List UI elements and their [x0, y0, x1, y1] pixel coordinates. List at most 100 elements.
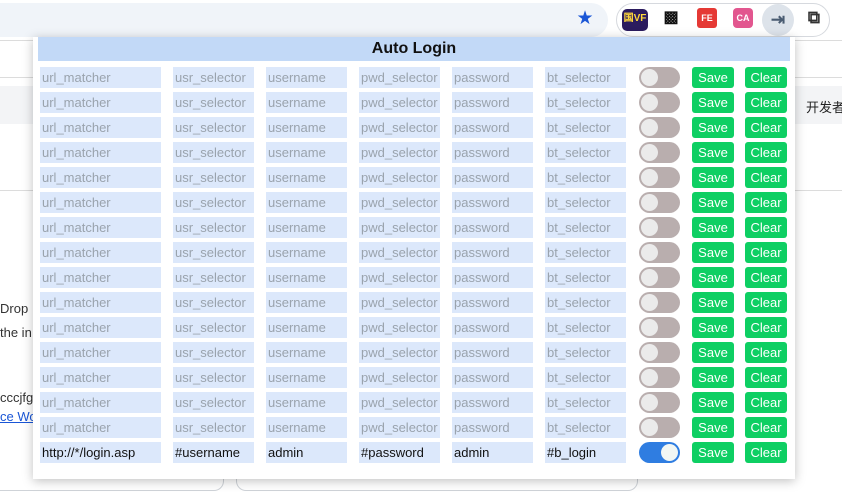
usr-selector-input[interactable] — [173, 167, 254, 188]
bt-selector-input[interactable] — [545, 292, 626, 313]
bt-selector-input[interactable] — [545, 242, 626, 263]
clear-button[interactable]: Clear — [745, 317, 787, 338]
save-button[interactable]: Save — [692, 192, 734, 213]
password-input[interactable] — [452, 342, 533, 363]
url-matcher-input[interactable] — [40, 417, 161, 438]
clear-button[interactable]: Clear — [745, 217, 787, 238]
bt-selector-input[interactable] — [545, 392, 626, 413]
password-input[interactable] — [452, 442, 533, 463]
enable-toggle[interactable] — [639, 217, 680, 238]
usr-selector-input[interactable] — [173, 142, 254, 163]
clear-button[interactable]: Clear — [745, 342, 787, 363]
save-button[interactable]: Save — [692, 117, 734, 138]
url-matcher-input[interactable] — [40, 292, 161, 313]
pwd-selector-input[interactable] — [359, 67, 440, 88]
usr-selector-input[interactable] — [173, 442, 254, 463]
pwd-selector-input[interactable] — [359, 192, 440, 213]
vf-extension-icon[interactable]: 国VF — [622, 9, 648, 31]
url-matcher-input[interactable] — [40, 367, 161, 388]
save-button[interactable]: Save — [692, 442, 734, 463]
url-matcher-input[interactable] — [40, 342, 161, 363]
clear-button[interactable]: Clear — [745, 167, 787, 188]
usr-selector-input[interactable] — [173, 367, 254, 388]
enable-toggle[interactable] — [639, 342, 680, 363]
enable-toggle[interactable] — [639, 292, 680, 313]
pwd-selector-input[interactable] — [359, 292, 440, 313]
password-input[interactable] — [452, 92, 533, 113]
bt-selector-input[interactable] — [545, 142, 626, 163]
save-button[interactable]: Save — [692, 217, 734, 238]
clear-button[interactable]: Clear — [745, 442, 787, 463]
usr-selector-input[interactable] — [173, 217, 254, 238]
url-matcher-input[interactable] — [40, 117, 161, 138]
save-button[interactable]: Save — [692, 367, 734, 388]
enable-toggle[interactable] — [639, 167, 680, 188]
password-input[interactable] — [452, 242, 533, 263]
enable-toggle[interactable] — [639, 367, 680, 388]
username-input[interactable] — [266, 317, 347, 338]
pwd-selector-input[interactable] — [359, 217, 440, 238]
url-matcher-input[interactable] — [40, 142, 161, 163]
enable-toggle[interactable] — [639, 67, 680, 88]
clear-button[interactable]: Clear — [745, 92, 787, 113]
enable-toggle[interactable] — [639, 242, 680, 263]
username-input[interactable] — [266, 417, 347, 438]
pwd-selector-input[interactable] — [359, 142, 440, 163]
page-link[interactable]: ce Wo — [0, 409, 37, 424]
save-button[interactable]: Save — [692, 92, 734, 113]
clear-button[interactable]: Clear — [745, 192, 787, 213]
pwd-selector-input[interactable] — [359, 117, 440, 138]
ca-extension-icon[interactable]: CA — [733, 8, 753, 28]
password-input[interactable] — [452, 142, 533, 163]
usr-selector-input[interactable] — [173, 317, 254, 338]
auto-login-extension-icon[interactable]: ⇥ — [762, 4, 794, 36]
pwd-selector-input[interactable] — [359, 417, 440, 438]
pwd-selector-input[interactable] — [359, 342, 440, 363]
url-matcher-input[interactable] — [40, 242, 161, 263]
enable-toggle[interactable] — [639, 267, 680, 288]
clear-button[interactable]: Clear — [745, 292, 787, 313]
enable-toggle[interactable] — [639, 92, 680, 113]
password-input[interactable] — [452, 317, 533, 338]
pwd-selector-input[interactable] — [359, 317, 440, 338]
usr-selector-input[interactable] — [173, 342, 254, 363]
enable-toggle[interactable] — [639, 442, 680, 463]
username-input[interactable] — [266, 192, 347, 213]
bt-selector-input[interactable] — [545, 92, 626, 113]
pwd-selector-input[interactable] — [359, 442, 440, 463]
bt-selector-input[interactable] — [545, 417, 626, 438]
clear-button[interactable]: Clear — [745, 67, 787, 88]
bt-selector-input[interactable] — [545, 167, 626, 188]
usr-selector-input[interactable] — [173, 192, 254, 213]
password-input[interactable] — [452, 292, 533, 313]
username-input[interactable] — [266, 117, 347, 138]
address-bar[interactable] — [0, 3, 608, 37]
password-input[interactable] — [452, 217, 533, 238]
url-matcher-input[interactable] — [40, 317, 161, 338]
usr-selector-input[interactable] — [173, 267, 254, 288]
username-input[interactable] — [266, 442, 347, 463]
url-matcher-input[interactable] — [40, 67, 161, 88]
clear-button[interactable]: Clear — [745, 267, 787, 288]
enable-toggle[interactable] — [639, 317, 680, 338]
password-input[interactable] — [452, 267, 533, 288]
password-input[interactable] — [452, 167, 533, 188]
bookmark-star-icon[interactable]: ★ — [575, 9, 595, 29]
pwd-selector-input[interactable] — [359, 167, 440, 188]
username-input[interactable] — [266, 67, 347, 88]
password-input[interactable] — [452, 367, 533, 388]
username-input[interactable] — [266, 392, 347, 413]
usr-selector-input[interactable] — [173, 67, 254, 88]
usr-selector-input[interactable] — [173, 117, 254, 138]
usr-selector-input[interactable] — [173, 92, 254, 113]
bt-selector-input[interactable] — [545, 442, 626, 463]
fe-extension-icon[interactable]: FE — [697, 8, 717, 28]
bt-selector-input[interactable] — [545, 117, 626, 138]
save-button[interactable]: Save — [692, 292, 734, 313]
enable-toggle[interactable] — [639, 392, 680, 413]
usr-selector-input[interactable] — [173, 242, 254, 263]
clear-button[interactable]: Clear — [745, 417, 787, 438]
bt-selector-input[interactable] — [545, 267, 626, 288]
username-input[interactable] — [266, 217, 347, 238]
password-input[interactable] — [452, 392, 533, 413]
